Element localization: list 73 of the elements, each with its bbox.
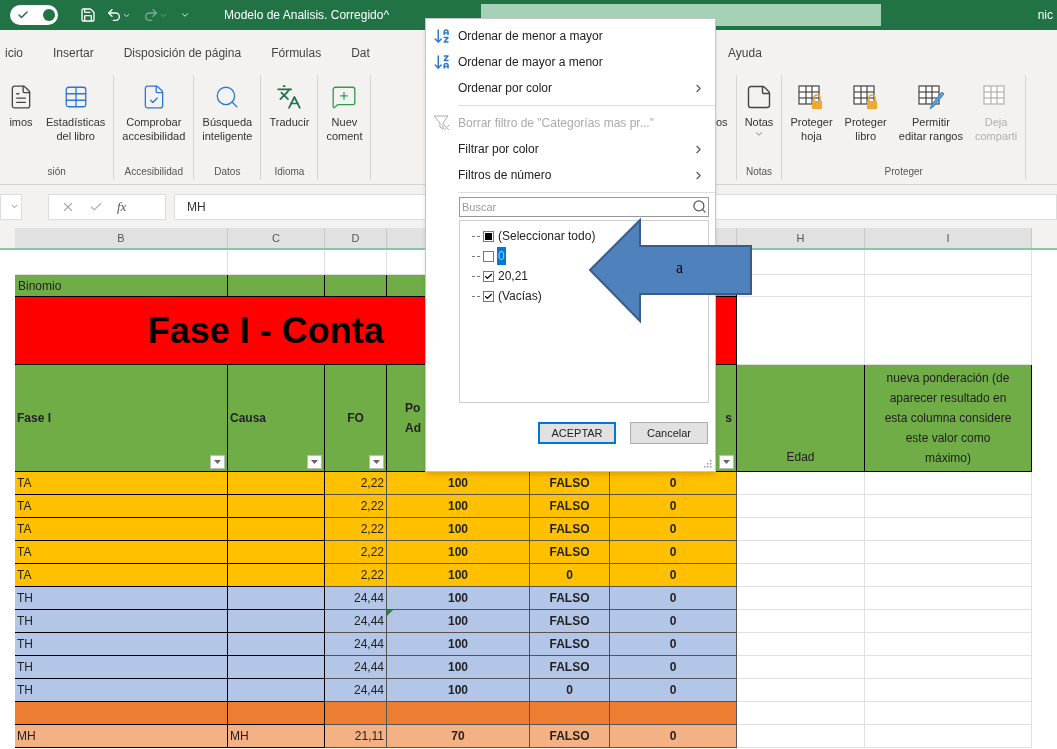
column-heading: Fase I — [17, 410, 52, 427]
table-cell: 2,22 — [325, 541, 387, 564]
table-cell: 100 — [387, 472, 530, 495]
column-heading: s — [725, 410, 732, 427]
table-cell: 100 — [387, 587, 530, 610]
table-cell: FALSO — [530, 656, 610, 679]
table-cell: 0 — [610, 610, 737, 633]
table-cell: TA — [15, 518, 228, 541]
table-cell: 0 — [610, 656, 737, 679]
table-cell: 100 — [387, 656, 530, 679]
table-cell: TA — [15, 472, 228, 495]
table-cell: 100 — [387, 518, 530, 541]
table-cell: 100 — [387, 495, 530, 518]
column-heading: FO — [347, 410, 364, 427]
table-cell: 0 — [610, 541, 737, 564]
table-cell: 0 — [530, 679, 610, 702]
table-cell: FALSO — [530, 725, 610, 748]
table-cell: TA — [15, 541, 228, 564]
user-name: nic — [1037, 7, 1053, 24]
annotation-label: a — [676, 258, 684, 278]
table-cell: 2,22 — [325, 564, 387, 587]
table-cell: TH — [15, 633, 228, 656]
table-cell: FALSO — [530, 541, 610, 564]
table-cell: 70 — [387, 725, 530, 748]
column-heading: Edad — [786, 449, 815, 466]
table-cell: 24,44 — [325, 633, 387, 656]
table-cell: 100 — [387, 679, 530, 702]
group-label: sión — [46, 165, 67, 179]
table-cell: 100 — [387, 564, 530, 587]
table-cell: 2,22 — [325, 518, 387, 541]
table-cell: 24,44 — [325, 656, 387, 679]
table-cell: FALSO — [530, 495, 610, 518]
table-cell: 0 — [610, 518, 737, 541]
table-cell: MH — [15, 725, 228, 748]
table-cell: 24,44 — [325, 610, 387, 633]
table-cell: FALSO — [530, 633, 610, 656]
group-label: Idioma — [273, 165, 306, 179]
table-cell: TH — [15, 679, 228, 702]
table-cell: 21,11 — [325, 725, 387, 748]
table-cell: TH — [15, 656, 228, 679]
table-cell: 0 — [610, 633, 737, 656]
table-cell: TH — [15, 587, 228, 610]
column-heading: Po Ad — [405, 400, 421, 437]
table-cell: 0 — [610, 564, 737, 587]
table-cell: FALSO — [530, 518, 610, 541]
table-cell: 100 — [387, 633, 530, 656]
table-cell: FALSO — [530, 472, 610, 495]
table-cell: Binomio — [15, 275, 228, 297]
table-cell: 0 — [530, 564, 610, 587]
table-cell: 0 — [610, 725, 737, 748]
table-cell: 0 — [610, 587, 737, 610]
group-label: Accesibilidad — [123, 165, 184, 179]
table-cell: FALSO — [530, 610, 610, 633]
table-cell: 0 — [610, 472, 737, 495]
table-cell: 0 — [610, 495, 737, 518]
table-cell: 100 — [387, 541, 530, 564]
table-cell: 24,44 — [325, 679, 387, 702]
table-cell: 2,22 — [325, 472, 387, 495]
table-cell: 100 — [387, 610, 530, 633]
table-cell: MH — [228, 725, 325, 748]
window-title: Modelo de Analisis. Corregido^ — [224, 7, 390, 24]
group-label: Datos — [213, 165, 242, 179]
column-heading: nueva ponderación (de aparecer resultado en esta columna considere este valor como máximo) — [884, 370, 1012, 467]
table-cell: TH — [15, 610, 228, 633]
group-label: Proteger — [883, 165, 924, 179]
table-cell: TA — [15, 495, 228, 518]
table-cell: TA — [15, 564, 228, 587]
table-cell: 24,44 — [325, 587, 387, 610]
table-cell: FALSO — [530, 587, 610, 610]
column-heading: Causa — [230, 410, 267, 427]
table-cell: 0 — [610, 679, 737, 702]
table-cell: 2,22 — [325, 495, 387, 518]
group-label: Notas — [744, 165, 774, 179]
